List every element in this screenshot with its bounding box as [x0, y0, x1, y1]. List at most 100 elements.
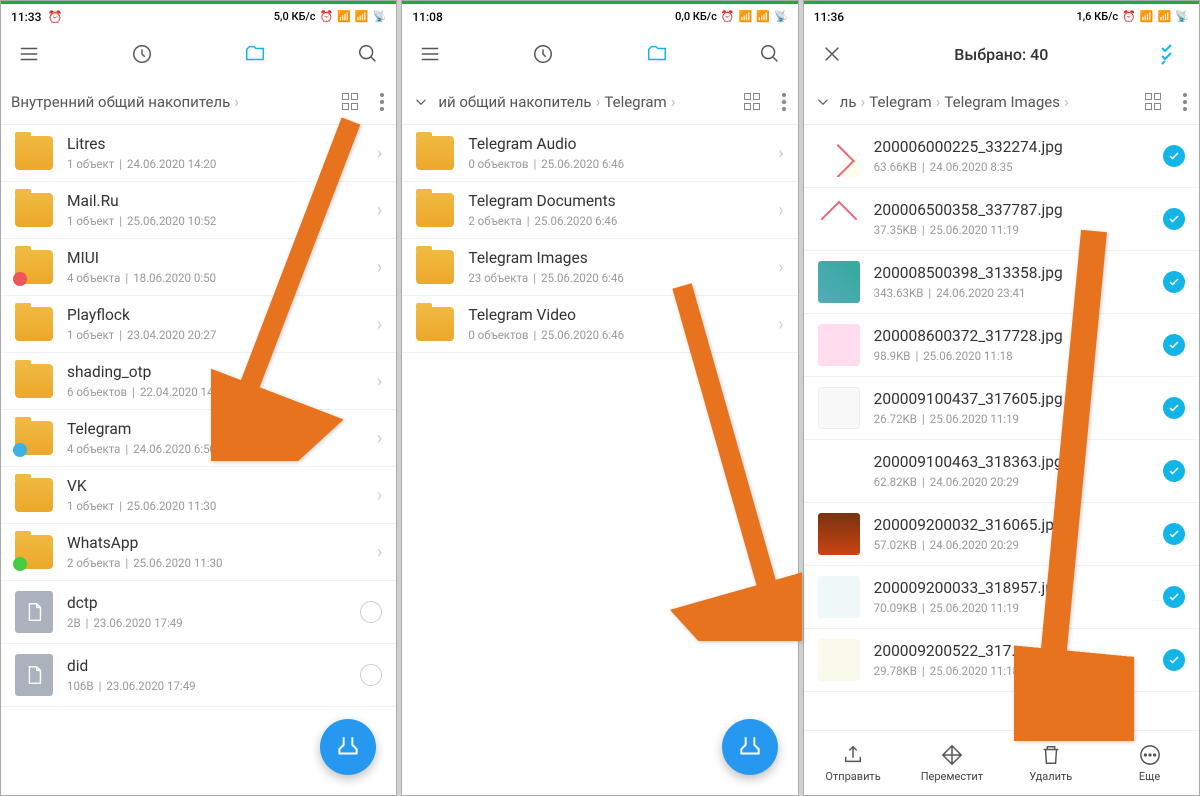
list-item[interactable]: 200008500398_313358.jpg343.63KB|24.06.20… — [804, 251, 1199, 314]
list-item[interactable]: Playflock1 объект|23.04.2020 20:27› — [1, 296, 396, 353]
recent-icon[interactable] — [531, 42, 555, 66]
item-meta: 63.66KB|24.06.2020 8:35 — [874, 160, 1149, 174]
list-item[interactable]: shading_otp6 объектов|22.04.2020 14:09› — [1, 353, 396, 410]
list-item[interactable]: did106B|23.06.2020 17:49 — [1, 644, 396, 707]
wifi-icon: 📡 — [774, 10, 788, 23]
chevron-right-icon: › — [596, 92, 601, 111]
list-item[interactable]: dctp2B|23.06.2020 17:49 — [1, 581, 396, 644]
app-badge — [13, 557, 27, 571]
list-item[interactable]: WhatsApp2 объекта|25.06.2020 11:30› — [1, 524, 396, 581]
action-label: Еще — [1139, 770, 1160, 783]
breadcrumb[interactable]: ль› Telegram› Telegram Images› — [840, 92, 1137, 111]
more-action[interactable]: Еще — [1100, 731, 1199, 795]
wifi-icon: 📡 — [1175, 10, 1189, 23]
folder-icon — [15, 193, 53, 227]
list-item[interactable]: Telegram Images 23 объекта|25.06.2020 6:4… — [402, 239, 797, 296]
folder-tab-icon[interactable] — [243, 42, 267, 66]
item-body: 200009100437_317605.jpg26.72KB|25.06.202… — [874, 390, 1149, 426]
list-item[interactable]: MIUI4 объекта|18.06.2020 0:50› — [1, 239, 396, 296]
chevron-right-icon: › — [377, 257, 382, 278]
checkbox-checked[interactable] — [1163, 460, 1185, 482]
item-title: Telegram Images — [468, 249, 764, 267]
search-icon[interactable] — [758, 42, 782, 66]
checkbox-checked[interactable] — [1163, 397, 1185, 419]
file-list[interactable]: Litres1 объект|24.06.2020 14:20›Mail.Ru1… — [1, 125, 396, 795]
item-title: 200009100463_318363.jpg — [874, 453, 1149, 471]
list-item[interactable]: 200006500358_337787.jpg37.35KB|25.06.202… — [804, 188, 1199, 251]
more-icon[interactable] — [780, 91, 788, 113]
item-meta: 29.78KB|25.06.2020 11:18 — [874, 664, 1149, 678]
grid-view-icon[interactable] — [1145, 93, 1163, 111]
list-item[interactable]: 200009100437_317605.jpg26.72KB|25.06.202… — [804, 377, 1199, 440]
list-item[interactable]: 200006000225_332274.jpg63.66KB|24.06.202… — [804, 125, 1199, 188]
radio-unchecked[interactable] — [360, 664, 382, 686]
move-action[interactable]: Переместит — [902, 731, 1001, 795]
status-bar: 11:33⏰ 5,0 КБ/с⏰📶📶📡 — [1, 1, 396, 29]
folder-icon — [416, 136, 454, 170]
item-meta: 0 объектов|25.06.2020 6:46 — [468, 157, 764, 171]
item-title: Playflock — [67, 306, 363, 324]
search-icon[interactable] — [356, 42, 380, 66]
chevron-down-icon[interactable] — [412, 90, 430, 114]
list-item[interactable]: 200009200522_317...29.78KB|25.06.2020 11… — [804, 629, 1199, 692]
folder-icon — [416, 193, 454, 227]
menu-icon[interactable] — [17, 42, 41, 66]
more-icon[interactable] — [1181, 91, 1189, 113]
breadcrumb-row: ий общий накопитель› Telegram› — [402, 79, 797, 125]
grid-view-icon[interactable] — [342, 93, 360, 111]
clean-fab[interactable] — [320, 719, 376, 775]
checkbox-checked[interactable] — [1163, 208, 1185, 230]
list-item[interactable]: 200009200033_318957.jpg70.09KB|25.06.202… — [804, 566, 1199, 629]
list-item[interactable]: Telegram4 объекта|24.06.2020 6:50› — [1, 410, 396, 467]
item-meta: 4 объекта|24.06.2020 6:50 — [67, 442, 363, 456]
checkbox-checked[interactable] — [1163, 334, 1185, 356]
folder-tab-icon[interactable] — [645, 42, 669, 66]
list-item[interactable]: 200008600372_317728.jpg98.9KB|25.06.2020… — [804, 314, 1199, 377]
select-all-icon[interactable] — [1159, 42, 1183, 66]
move-icon — [941, 744, 963, 766]
checkbox-checked[interactable] — [1163, 145, 1185, 167]
send-action[interactable]: Отправить — [804, 731, 903, 795]
item-meta: 23 объекта|25.06.2020 6:46 — [468, 271, 764, 285]
checkbox-checked[interactable] — [1163, 586, 1185, 608]
list-item[interactable]: Telegram Audio0 объектов|25.06.2020 6:46… — [402, 125, 797, 182]
item-body: 200009100463_318363.jpg62.82KB|24.06.202… — [874, 453, 1149, 489]
share-icon — [842, 744, 864, 766]
clean-fab[interactable] — [722, 719, 778, 775]
list-item[interactable]: Mail.Ru1 объект|25.06.2020 10:52› — [1, 182, 396, 239]
folder-icon — [416, 250, 454, 284]
recent-icon[interactable] — [130, 42, 154, 66]
breadcrumb[interactable]: Внутренний общий накопитель› — [11, 92, 334, 111]
item-title: MIUI — [67, 249, 363, 267]
top-bar — [402, 29, 797, 79]
wifi-icon: 📡 — [373, 10, 387, 23]
list-item[interactable]: Telegram Documents2 объекта|25.06.2020 6… — [402, 182, 797, 239]
list-item[interactable]: 200009200032_316065.jpg57.02KB|24.06.202… — [804, 503, 1199, 566]
breadcrumb-segment: ий общий накопитель — [438, 93, 591, 111]
list-item[interactable]: 200009100463_318363.jpg62.82KB|24.06.202… — [804, 440, 1199, 503]
list-item[interactable]: Litres1 объект|24.06.2020 14:20› — [1, 125, 396, 182]
delete-action[interactable]: Удалить — [1001, 731, 1100, 795]
more-icon[interactable] — [378, 91, 386, 113]
checkbox-checked[interactable] — [1163, 523, 1185, 545]
image-thumbnail — [818, 135, 860, 177]
menu-icon[interactable] — [418, 42, 442, 66]
list-item[interactable]: VK1 объект|25.06.2020 11:30› — [1, 467, 396, 524]
file-list[interactable]: 200006000225_332274.jpg63.66KB|24.06.202… — [804, 125, 1199, 730]
item-body: Telegram Audio0 объектов|25.06.2020 6:46 — [468, 135, 764, 171]
checkbox-checked[interactable] — [1163, 271, 1185, 293]
item-body: Mail.Ru1 объект|25.06.2020 10:52 — [67, 192, 363, 228]
close-icon[interactable] — [820, 42, 844, 66]
grid-view-icon[interactable] — [744, 93, 762, 111]
file-list[interactable]: Telegram Audio0 объектов|25.06.2020 6:46… — [402, 125, 797, 795]
item-body: did106B|23.06.2020 17:49 — [67, 657, 346, 693]
breadcrumb[interactable]: ий общий накопитель› Telegram› — [438, 92, 735, 111]
netspeed: 5,0 КБ/с — [274, 10, 316, 23]
chevron-down-icon[interactable] — [814, 90, 832, 114]
radio-unchecked[interactable] — [360, 601, 382, 623]
item-meta: 1 объект|25.06.2020 10:52 — [67, 214, 363, 228]
checkbox-checked[interactable] — [1163, 649, 1185, 671]
item-body: VK1 объект|25.06.2020 11:30 — [67, 477, 363, 513]
item-body: shading_otp6 объектов|22.04.2020 14:09 — [67, 363, 363, 399]
list-item[interactable]: Telegram Video0 объектов|25.06.2020 6:46… — [402, 296, 797, 353]
